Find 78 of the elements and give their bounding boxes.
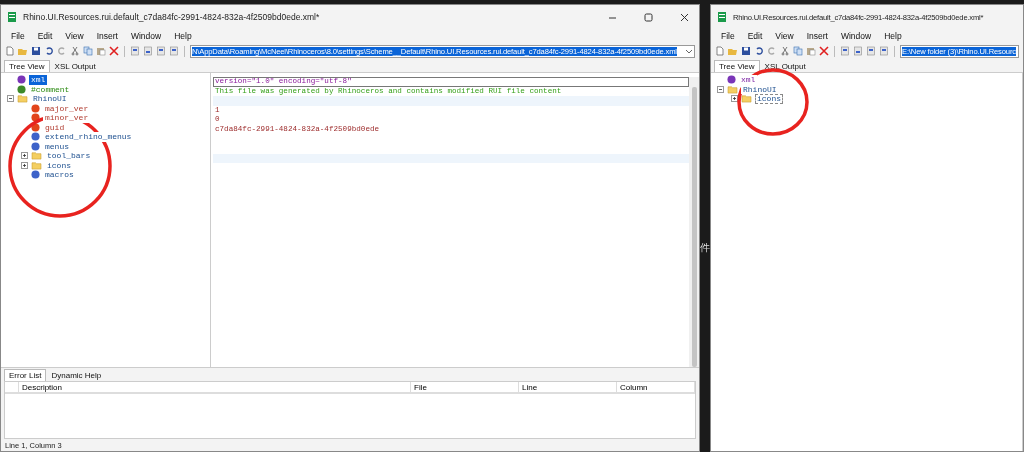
menu-item[interactable]: File bbox=[11, 31, 25, 41]
node-icon bbox=[17, 84, 26, 94]
node-icon bbox=[31, 141, 40, 151]
tree-node[interactable]: macros bbox=[43, 170, 76, 180]
tree-node[interactable]: guid bbox=[43, 122, 67, 132]
delete-icon[interactable] bbox=[109, 46, 119, 56]
menu-item[interactable]: Edit bbox=[747, 31, 763, 41]
new-file-icon[interactable] bbox=[715, 46, 725, 56]
tree-node[interactable]: major_ver bbox=[43, 103, 91, 113]
node-icon bbox=[31, 122, 40, 132]
tree-node[interactable]: icons bbox=[45, 160, 73, 170]
tree-node[interactable]: icons bbox=[755, 94, 783, 104]
column-header[interactable]: Line bbox=[519, 382, 617, 392]
menu-item[interactable]: Help bbox=[174, 31, 192, 41]
outdent-icon[interactable] bbox=[143, 46, 153, 56]
node-icon bbox=[17, 75, 26, 85]
column-header[interactable]: Column bbox=[617, 382, 695, 392]
scissors-icon[interactable] bbox=[780, 46, 790, 56]
move-right-icon[interactable] bbox=[879, 46, 889, 56]
outdent-icon[interactable] bbox=[853, 46, 863, 56]
move-right-icon[interactable] bbox=[169, 46, 179, 56]
collapse-toggle[interactable] bbox=[7, 95, 14, 103]
undo-icon[interactable] bbox=[754, 46, 764, 56]
save-icon[interactable] bbox=[31, 46, 41, 56]
menu-item[interactable]: View bbox=[65, 31, 84, 41]
node-icon bbox=[31, 103, 40, 113]
column-header[interactable]: File bbox=[411, 382, 519, 392]
new-file-icon[interactable] bbox=[5, 46, 15, 56]
indent-icon[interactable] bbox=[130, 46, 140, 56]
scrollbar-thumb[interactable] bbox=[691, 87, 697, 367]
delete-icon[interactable] bbox=[819, 46, 829, 56]
app-icon bbox=[7, 12, 17, 22]
tree-node[interactable]: tool_bars bbox=[45, 151, 93, 161]
save-icon[interactable] bbox=[741, 46, 751, 56]
tab[interactable]: Error List bbox=[4, 369, 47, 381]
tree-node[interactable]: RhinoUI bbox=[741, 84, 779, 94]
tab[interactable]: Tree View bbox=[714, 60, 760, 72]
menu-item[interactable]: Window bbox=[130, 31, 162, 41]
indent-icon[interactable] bbox=[840, 46, 850, 56]
folder-icon bbox=[31, 151, 42, 161]
collapse-toggle[interactable] bbox=[717, 85, 724, 93]
app-icon bbox=[717, 12, 727, 22]
menu-item[interactable]: Edit bbox=[37, 31, 53, 41]
paste-icon[interactable] bbox=[806, 46, 816, 56]
close-icon[interactable] bbox=[679, 12, 689, 22]
dropdown-caret-icon[interactable] bbox=[685, 47, 693, 55]
tree-node[interactable]: xml bbox=[29, 75, 48, 85]
scissors-icon[interactable] bbox=[70, 46, 80, 56]
tree-node[interactable]: xml bbox=[739, 75, 758, 85]
expand-toggle[interactable] bbox=[21, 152, 28, 160]
tree-node[interactable]: #comment bbox=[29, 84, 72, 94]
tree-node[interactable]: minor_ver bbox=[43, 113, 91, 123]
window-title: Rhino.UI.Resources.rui.default_c7da84fc-2991-4824-832a-4f2509bd0ede.xml* bbox=[23, 12, 321, 22]
menu-item[interactable]: View bbox=[775, 31, 794, 41]
move-left-icon[interactable] bbox=[866, 46, 876, 56]
folder-icon bbox=[31, 160, 42, 170]
node-icon bbox=[727, 75, 736, 85]
node-icon bbox=[31, 132, 40, 142]
column-header[interactable]: Description bbox=[19, 382, 411, 392]
menu-item[interactable]: Insert bbox=[96, 31, 118, 41]
folder-icon bbox=[727, 84, 738, 94]
node-icon bbox=[31, 170, 40, 180]
menu-item[interactable]: Help bbox=[884, 31, 902, 41]
undo-icon[interactable] bbox=[44, 46, 54, 56]
move-left-icon[interactable] bbox=[156, 46, 166, 56]
expand-toggle[interactable] bbox=[21, 161, 28, 169]
menu-item[interactable]: Window bbox=[840, 31, 872, 41]
tree-node[interactable]: extend_rhino_menus bbox=[43, 132, 134, 142]
tab[interactable]: Tree View bbox=[4, 60, 50, 72]
menu-item[interactable]: Insert bbox=[806, 31, 828, 41]
tree-node[interactable]: RhinoUI bbox=[31, 94, 69, 104]
paste-icon[interactable] bbox=[96, 46, 106, 56]
maximize-icon[interactable] bbox=[643, 12, 653, 22]
node-icon bbox=[31, 113, 40, 123]
expand-toggle[interactable] bbox=[731, 95, 738, 103]
folder-icon bbox=[17, 94, 28, 104]
background-text: 件 bbox=[700, 241, 710, 255]
menu-item[interactable]: File bbox=[721, 31, 735, 41]
